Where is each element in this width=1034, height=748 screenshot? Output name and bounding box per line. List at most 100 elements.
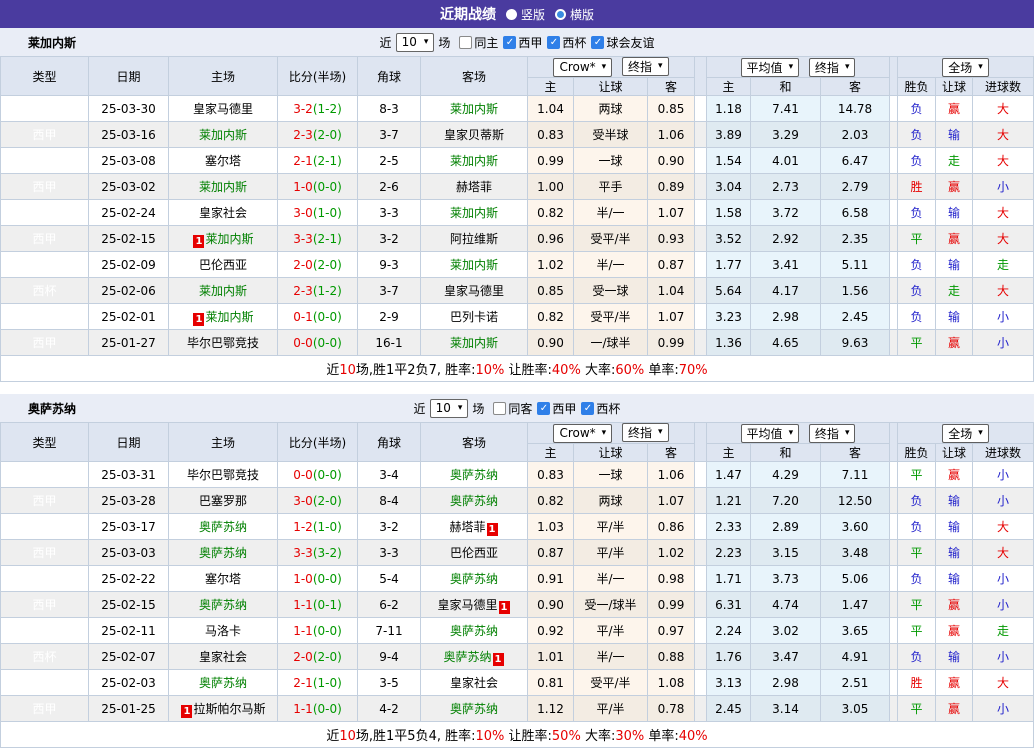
summary-text: 近10场,胜1平2负7, 胜率:10% 让胜率:40% 大率:60% 单率:70… xyxy=(0,355,1034,382)
final-odds-select[interactable]: 终指 ▾ xyxy=(622,423,669,443)
team-name[interactable]: 塞尔塔 xyxy=(205,572,241,586)
team-name[interactable]: 毕尔巴鄂竞技 xyxy=(187,468,259,482)
goals-result-cell: 大 xyxy=(972,539,1034,566)
team-name[interactable]: 奥萨苏纳 xyxy=(199,676,247,690)
team-name[interactable]: 莱加内斯 xyxy=(450,206,498,220)
bookmaker-select[interactable]: Crow* ▾ xyxy=(553,423,613,443)
team-name[interactable]: 皇家马德里 xyxy=(437,598,497,612)
filter-checkbox[interactable]: 同客 xyxy=(493,400,532,417)
team-name[interactable]: 阿拉维斯 xyxy=(450,232,498,246)
average-select[interactable]: 平均值 ▾ xyxy=(740,57,800,77)
final-odds-select-2[interactable]: 终指 ▾ xyxy=(808,57,856,77)
goals-result-cell: 小 xyxy=(972,695,1034,722)
team-title: 莱加内斯 xyxy=(28,35,77,50)
team-name[interactable]: 莱加内斯 xyxy=(199,128,247,142)
team-name[interactable]: 奥萨苏纳 xyxy=(443,650,491,664)
team-name[interactable]: 皇家贝蒂斯 xyxy=(444,128,504,142)
team-name[interactable]: 莱加内斯 xyxy=(199,180,247,194)
halftime-score: (0-0) xyxy=(312,179,342,194)
team-name[interactable]: 奥萨苏纳 xyxy=(450,468,498,482)
spacer-cell xyxy=(694,277,708,304)
checkbox-checked-icon[interactable]: ✓ xyxy=(591,35,605,49)
team-name[interactable]: 奥萨苏纳 xyxy=(199,520,247,534)
checkbox-unchecked-icon[interactable] xyxy=(493,401,507,415)
recent-count-select[interactable]: 10 ▾ xyxy=(429,398,469,418)
col-odds-away: 客 xyxy=(646,443,696,462)
avg-away-cell: 6.58 xyxy=(820,199,891,226)
team-name[interactable]: 莱加内斯 xyxy=(205,310,253,324)
checkbox-checked-icon[interactable]: ✓ xyxy=(547,35,561,49)
final-odds-select[interactable]: 终指 ▾ xyxy=(622,57,669,77)
corners-cell: 3-2 xyxy=(357,225,421,252)
team-name[interactable]: 巴伦西亚 xyxy=(199,258,247,272)
team-name[interactable]: 莱加内斯 xyxy=(199,284,247,298)
team-name[interactable]: 巴塞罗那 xyxy=(199,494,247,508)
odds-group-header: Crow* ▾ 终指 ▾ xyxy=(526,422,696,444)
full-match-select[interactable]: 全场 ▾ xyxy=(942,57,989,77)
filter-checkbox[interactable]: ✓ 球会友谊 xyxy=(591,34,654,51)
recent-count-select[interactable]: 10 ▾ xyxy=(395,32,435,52)
team-name[interactable]: 巴伦西亚 xyxy=(450,546,498,560)
halftime-score: (2-0) xyxy=(312,493,342,508)
team-name[interactable]: 奥萨苏纳 xyxy=(199,598,247,612)
team-name[interactable]: 奥萨苏纳 xyxy=(199,546,247,560)
near-label: 近 xyxy=(379,35,392,50)
home-team-cell: 马洛卡 xyxy=(168,617,278,644)
league-cell: 西甲 xyxy=(0,225,89,252)
chevron-down-icon: ▾ xyxy=(601,61,607,72)
filter-checkbox[interactable]: ✓ 西杯 xyxy=(547,34,586,51)
filter-checkbox[interactable]: 同主 xyxy=(459,34,498,51)
goals-result-cell: 大 xyxy=(972,95,1034,122)
team-name[interactable]: 毕尔巴鄂竞技 xyxy=(187,336,259,350)
team-name[interactable]: 奥萨苏纳 xyxy=(450,572,498,586)
odds-away-cell: 1.07 xyxy=(646,303,696,330)
average-select[interactable]: 平均值 ▾ xyxy=(740,423,800,443)
team-name[interactable]: 莱加内斯 xyxy=(450,258,498,272)
team-name[interactable]: 奥萨苏纳 xyxy=(450,624,498,638)
team-name[interactable]: 皇家社会 xyxy=(199,650,247,664)
radio-unselected-icon[interactable] xyxy=(555,8,566,20)
spacer-cell xyxy=(889,461,899,488)
avg-home-cell: 5.64 xyxy=(706,277,752,304)
team-name[interactable]: 奥萨苏纳 xyxy=(450,494,498,508)
team-name[interactable]: 拉斯帕尔马斯 xyxy=(193,702,265,716)
avg-away-cell: 6.47 xyxy=(820,147,891,174)
radio-selected-icon[interactable] xyxy=(505,8,517,20)
team-name[interactable]: 奥萨苏纳 xyxy=(450,702,498,716)
summary-segment: 10% xyxy=(475,729,505,744)
layout-radio-vertical[interactable]: 竖版 xyxy=(505,6,545,23)
spacer-cell xyxy=(694,95,708,122)
team-name[interactable]: 莱加内斯 xyxy=(450,336,498,350)
team-name[interactable]: 莱加内斯 xyxy=(450,102,498,116)
final-odds-select-2[interactable]: 终指 ▾ xyxy=(808,423,856,443)
team-name[interactable]: 莱加内斯 xyxy=(450,154,498,168)
matches-tbody: 西甲 25-03-31 毕尔巴鄂竞技 0-0(0-0) 3-4 奥萨苏纳 0.83 一球 1.0… xyxy=(0,461,1034,722)
filter-checkbox[interactable]: ✓ 西甲 xyxy=(503,34,542,51)
score-cell: 1-1(0-0) xyxy=(277,695,358,722)
team-name[interactable]: 莱加内斯 xyxy=(205,232,253,246)
team-name[interactable]: 皇家社会 xyxy=(450,676,498,690)
section-gap xyxy=(0,382,1034,394)
team-name[interactable]: 皇家马德里 xyxy=(444,284,504,298)
team-name[interactable]: 塞尔塔 xyxy=(205,154,241,168)
red-card-badge: 1 xyxy=(193,312,205,326)
filter-checkbox[interactable]: ✓ 西杯 xyxy=(581,400,620,417)
bookmaker-select[interactable]: Crow* ▾ xyxy=(553,57,613,77)
filter-checkbox[interactable]: ✓ 西甲 xyxy=(537,400,576,417)
team-name[interactable]: 赫塔菲 xyxy=(449,520,485,534)
team-name[interactable]: 赫塔菲 xyxy=(456,180,492,194)
checkbox-checked-icon[interactable]: ✓ xyxy=(503,35,517,49)
full-match-select[interactable]: 全场 ▾ xyxy=(942,423,989,443)
chevron-down-icon: ▾ xyxy=(658,427,663,438)
handicap-result-cell: 赢 xyxy=(935,591,974,618)
layout-radio-horizontal[interactable]: 横版 xyxy=(555,6,594,23)
match-row: 西甲 25-02-15 奥萨苏纳 1-1(0-1) 6-2 皇家马德里 1 0.90 受一/球半… xyxy=(0,591,1034,618)
team-name[interactable]: 马洛卡 xyxy=(205,624,241,638)
checkbox-checked-icon[interactable]: ✓ xyxy=(537,401,551,415)
corners-cell: 8-3 xyxy=(357,95,421,122)
team-name[interactable]: 皇家社会 xyxy=(199,206,247,220)
team-name[interactable]: 皇家马德里 xyxy=(193,102,253,116)
checkbox-checked-icon[interactable]: ✓ xyxy=(581,401,595,415)
checkbox-unchecked-icon[interactable] xyxy=(459,35,473,49)
team-name[interactable]: 巴列卡诺 xyxy=(450,310,498,324)
